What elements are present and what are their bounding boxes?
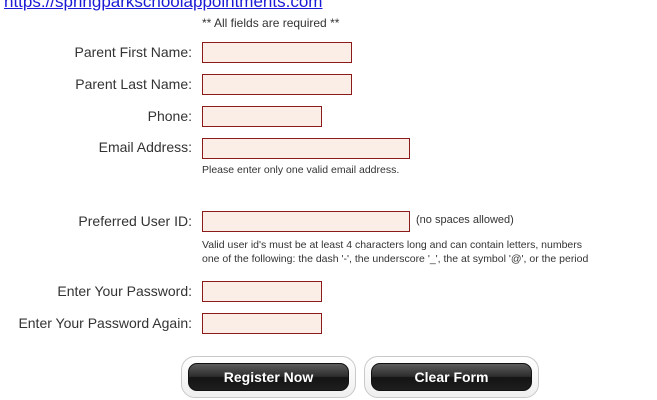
email-label: Email Address:: [98, 139, 192, 155]
required-fields-note: ** All fields are required **: [202, 16, 340, 30]
parent-first-name-input[interactable]: [202, 42, 352, 63]
user-id-inline-hint: (no spaces allowed): [416, 214, 514, 226]
phone-input[interactable]: [202, 106, 322, 127]
user-id-label: Preferred User ID:: [78, 213, 192, 229]
site-link[interactable]: https://springparkschoolappointments.com: [4, 0, 322, 12]
register-now-button[interactable]: Register Now: [188, 363, 349, 391]
phone-label: Phone:: [147, 108, 192, 124]
user-id-hint-line-1: Valid user id's must be at least 4 chara…: [202, 239, 583, 251]
clear-button-frame: Clear Form: [364, 356, 539, 398]
email-input[interactable]: [202, 138, 410, 159]
email-hint: Please enter only one valid email addres…: [202, 164, 400, 176]
parent-last-name-input[interactable]: [202, 74, 352, 95]
parent-last-name-label: Parent Last Name:: [75, 76, 192, 92]
parent-first-name-label: Parent First Name:: [74, 44, 192, 60]
password-label: Enter Your Password:: [57, 283, 192, 299]
password-input[interactable]: [202, 281, 322, 302]
user-id-input[interactable]: [202, 211, 410, 232]
password-again-label: Enter Your Password Again:: [18, 315, 192, 331]
password-again-input[interactable]: [202, 313, 322, 334]
user-id-hint-line-2: one of the following: the dash '-', the …: [202, 253, 589, 265]
clear-form-button[interactable]: Clear Form: [371, 363, 532, 391]
register-button-frame: Register Now: [181, 356, 356, 398]
